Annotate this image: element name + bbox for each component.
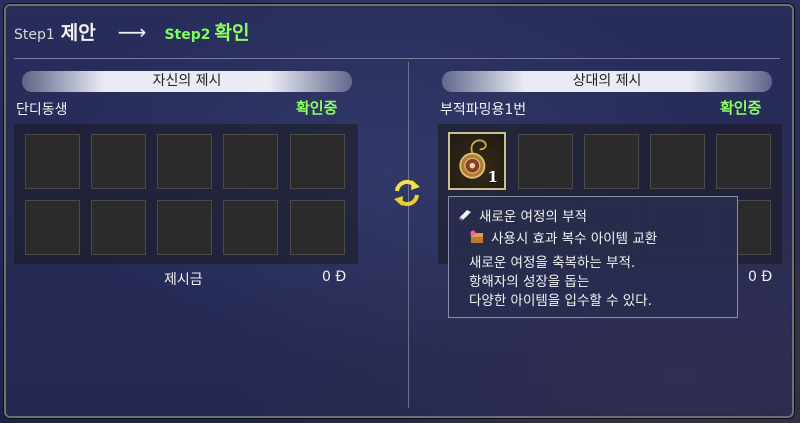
tooltip-title-row: 새로운 여정의 부적 [457,205,587,225]
tooltip-desc-line: 다양한 아이템을 입수할 수 있다. [469,293,652,309]
my-item-grid [14,124,358,264]
step2-name: 확인 [214,22,250,44]
header-divider [14,58,780,59]
step-arrow-icon: ⟶ [117,20,147,44]
step1-name: 제안 [60,22,96,44]
my-status: 확인중 [296,99,338,117]
step2-label: Step2 [164,27,211,43]
chest-icon [470,230,483,243]
step1-label: Step1 [14,27,55,43]
my-item-slot[interactable] [290,134,345,189]
partner-offer-title: 상대의 제시 [442,71,772,92]
my-item-slot[interactable] [223,134,278,189]
swap-icon [394,179,420,207]
my-money-label: 제시금 [164,272,203,288]
my-item-slot[interactable] [290,200,345,255]
my-item-slot[interactable] [157,134,212,189]
tooltip-use-effect: 사용시 효과 복수 아이템 교환 [491,231,658,247]
partner-name: 부적파밍용1번 [440,102,527,118]
my-item-slot[interactable] [223,200,278,255]
partner-item-slot[interactable] [650,134,705,189]
item-quantity: 1 [487,168,498,186]
tooltip-item-name: 새로운 여정의 부적 [479,209,587,225]
tooltip-desc-line: 항해자의 성장을 돕는 [469,274,590,290]
partner-item-slot-amulet[interactable]: 1 [448,132,506,190]
my-item-slot[interactable] [91,134,146,189]
my-item-slot[interactable] [25,134,80,189]
partner-status: 확인중 [720,99,762,117]
partner-item-slot[interactable] [716,134,771,189]
my-money-value[interactable]: 0 Đ [322,269,346,285]
tooltip-effect-row: 사용시 효과 복수 아이템 교환 [469,227,657,247]
my-item-slot[interactable] [157,200,212,255]
my-offer-title: 자신의 제시 [22,71,352,92]
step-indicator: Step1 제안 ⟶ Step2 확인 [14,18,249,45]
my-item-slot[interactable] [91,200,146,255]
partner-item-slot[interactable] [584,134,639,189]
my-name: 단디동생 [16,102,68,118]
tooltip-desc-line: 새로운 여정을 축복하는 부적. [469,255,636,271]
panel-divider [408,62,409,408]
scroll-icon [458,210,471,221]
partner-money-value: 0 Đ [748,269,773,285]
item-tooltip: 새로운 여정의 부적 사용시 효과 복수 아이템 교환 새로운 여정을 축복하는… [448,196,738,318]
my-item-slot[interactable] [25,200,80,255]
partner-item-slot[interactable] [518,134,573,189]
